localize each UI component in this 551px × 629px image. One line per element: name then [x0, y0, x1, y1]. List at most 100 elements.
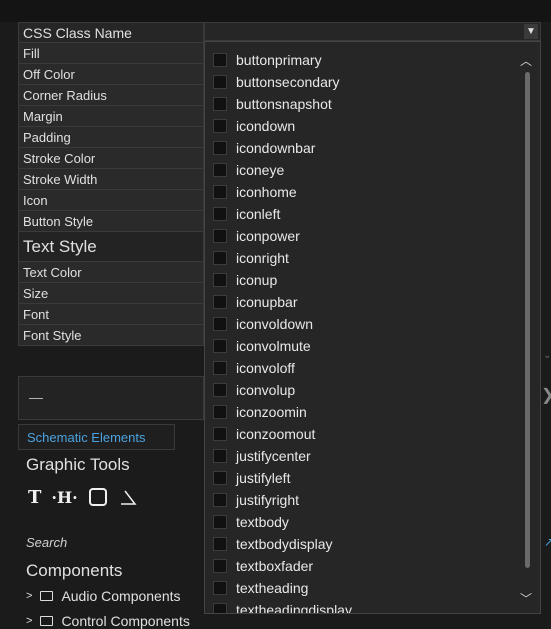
polyline-tool-icon[interactable] — [118, 487, 138, 507]
dropdown-list[interactable]: ︿ ﹀ buttonprimary buttonsecondary button… — [204, 41, 541, 614]
checkbox[interactable] — [213, 515, 227, 529]
list-item-label: justifyright — [236, 492, 300, 508]
chevron-right-icon[interactable]: > — [26, 590, 32, 602]
prop-fill[interactable]: Fill — [18, 43, 204, 64]
checkbox[interactable] — [213, 295, 227, 309]
list-item-label: iconhome — [236, 184, 297, 200]
checkbox[interactable] — [213, 361, 227, 375]
checkbox[interactable] — [213, 493, 227, 507]
properties-panel: CSS Class Name Fill Off Color Corner Rad… — [0, 0, 551, 629]
list-item[interactable]: iconvolup — [213, 379, 295, 401]
search-input[interactable] — [18, 530, 214, 554]
graphic-tools-title: Graphic Tools — [26, 455, 130, 474]
list-item[interactable]: iconvoloff — [213, 357, 295, 379]
tree-item-audio-components[interactable]: > Audio Components — [26, 588, 181, 604]
list-item[interactable]: iconright — [213, 247, 289, 269]
folder-icon — [40, 591, 54, 601]
rectangle-tool-icon[interactable] — [88, 487, 108, 507]
prop-icon[interactable]: Icon — [18, 190, 204, 211]
checkbox[interactable] — [213, 273, 227, 287]
list-item-label: buttonsecondary — [236, 74, 340, 90]
prop-size[interactable]: Size — [18, 283, 204, 304]
list-item-label: iconvolmute — [236, 338, 311, 354]
list-item[interactable]: buttonsecondary — [213, 71, 340, 93]
list-item[interactable]: iconup — [213, 269, 277, 291]
checkbox[interactable] — [213, 53, 227, 67]
checkbox[interactable] — [213, 207, 227, 221]
list-item[interactable]: textbodydisplay — [213, 533, 333, 555]
prop-stroke-width[interactable]: Stroke Width — [18, 169, 204, 190]
prop-stroke-color[interactable]: Stroke Color — [18, 148, 204, 169]
prop-font-style[interactable]: Font Style — [18, 325, 204, 346]
list-item-label: iconvoldown — [236, 316, 314, 332]
css-class-name-label: CSS Class Name — [18, 22, 204, 43]
edge-link-icon[interactable]: ↗ — [544, 535, 551, 549]
prop-margin[interactable]: Margin — [18, 106, 204, 127]
list-item[interactable]: iconzoomin — [213, 401, 307, 423]
chevron-right-icon[interactable]: > — [26, 615, 32, 627]
checkbox[interactable] — [213, 75, 227, 89]
list-item[interactable]: justifycenter — [213, 445, 311, 467]
checkbox[interactable] — [213, 405, 227, 419]
prop-font[interactable]: Font — [18, 304, 204, 325]
checkbox[interactable] — [213, 471, 227, 485]
list-item[interactable]: textheadingdisplay — [213, 599, 352, 614]
text-style-heading: Text Style — [18, 232, 204, 262]
list-item-label: textheadingdisplay — [236, 602, 352, 614]
tab-schematic-elements[interactable]: Schematic Elements — [18, 424, 175, 450]
list-item[interactable]: icondownbar — [213, 137, 315, 159]
list-item[interactable]: buttonsnapshot — [213, 93, 332, 115]
scroll-up-icon[interactable]: ︿ — [520, 52, 532, 69]
list-item[interactable]: iconleft — [213, 203, 280, 225]
list-item[interactable]: buttonprimary — [213, 49, 322, 71]
checkbox[interactable] — [213, 581, 227, 595]
checkbox[interactable] — [213, 603, 227, 613]
list-item[interactable]: textboxfader — [213, 555, 313, 577]
checkbox[interactable] — [213, 317, 227, 331]
checkbox[interactable] — [213, 185, 227, 199]
list-item[interactable]: iconzoomout — [213, 423, 315, 445]
checkbox[interactable] — [213, 229, 227, 243]
chevron-down-icon[interactable]: ▼ — [524, 24, 538, 39]
checkbox[interactable] — [213, 449, 227, 463]
css-class-dropdown[interactable]: ▼ — [204, 22, 541, 41]
list-item[interactable]: iconupbar — [213, 291, 298, 313]
list-item-label: iconright — [236, 250, 289, 266]
scrollbar-thumb[interactable] — [525, 72, 530, 568]
list-item-label: buttonsnapshot — [236, 96, 332, 112]
text-tool-icon[interactable]: T — [28, 487, 41, 508]
list-item[interactable]: justifyright — [213, 489, 299, 511]
list-item[interactable]: iconhome — [213, 181, 297, 203]
prop-text-color[interactable]: Text Color — [18, 262, 204, 283]
prop-padding[interactable]: Padding — [18, 127, 204, 148]
checkbox[interactable] — [213, 339, 227, 353]
checkbox[interactable] — [213, 537, 227, 551]
checkbox[interactable] — [213, 119, 227, 133]
checkbox[interactable] — [213, 383, 227, 397]
list-item[interactable]: justifyleft — [213, 467, 290, 489]
list-item-label: iconvolup — [236, 382, 296, 398]
list-item[interactable]: iconpower — [213, 225, 300, 247]
list-item[interactable]: iconvolmute — [213, 335, 311, 357]
header-tool-icon[interactable]: ·H· — [51, 488, 77, 507]
list-item-label: iconvoloff — [236, 360, 295, 376]
list-item[interactable]: icondown — [213, 115, 295, 137]
checkbox[interactable] — [213, 163, 227, 177]
checkbox[interactable] — [213, 251, 227, 265]
prop-corner-radius[interactable]: Corner Radius — [18, 85, 204, 106]
list-item[interactable]: iconeye — [213, 159, 284, 181]
list-item[interactable]: textbody — [213, 511, 289, 533]
list-item-label: iconeye — [236, 162, 285, 178]
chevron-right-icon[interactable]: ❯ — [541, 385, 551, 405]
folder-icon — [40, 616, 54, 626]
checkbox[interactable] — [213, 97, 227, 111]
checkbox[interactable] — [213, 559, 227, 573]
prop-off-color[interactable]: Off Color — [18, 64, 204, 85]
checkbox[interactable] — [213, 141, 227, 155]
prop-button-style[interactable]: Button Style — [18, 211, 204, 232]
list-item[interactable]: textheading — [213, 577, 308, 599]
list-item[interactable]: iconvoldown — [213, 313, 313, 335]
scroll-down-icon[interactable]: ﹀ — [520, 590, 532, 607]
checkbox[interactable] — [213, 427, 227, 441]
list-item-label: textbody — [236, 514, 289, 530]
